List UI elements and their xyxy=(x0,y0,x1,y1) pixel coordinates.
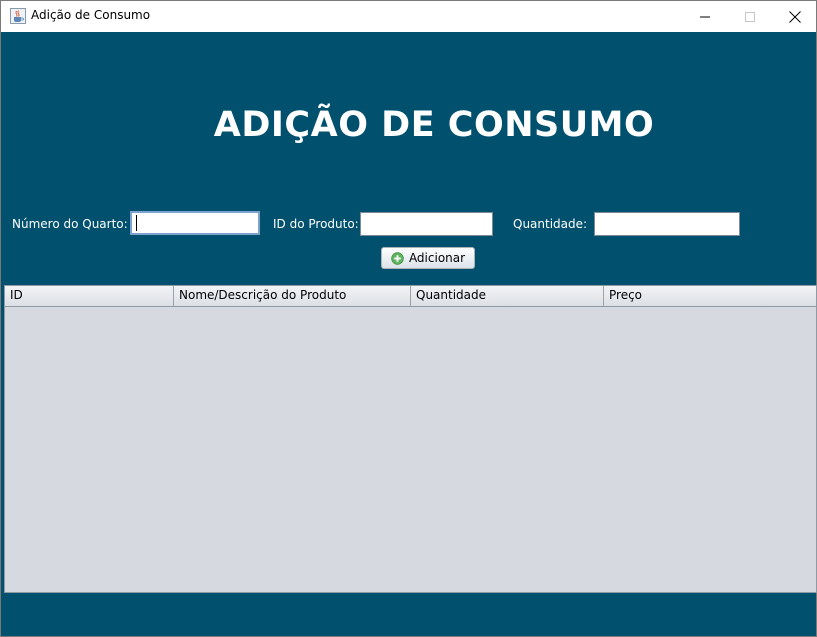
column-header-quantity[interactable]: Quantidade xyxy=(411,286,604,306)
close-icon xyxy=(789,10,801,23)
quantity-input[interactable] xyxy=(594,212,740,236)
product-id-input[interactable] xyxy=(360,212,493,236)
title-bar[interactable]: Adição de Consumo xyxy=(1,1,816,32)
java-cup-icon xyxy=(10,8,26,24)
column-header-id[interactable]: ID xyxy=(5,286,174,306)
room-number-label: Número do Quarto: xyxy=(12,217,128,231)
application-window: Adição de Consumo ADIÇÃO DE CONSUMO Núme… xyxy=(0,0,817,637)
table-header: ID Nome/Descrição do Produto Quantidade … xyxy=(5,286,816,307)
plus-circle-icon xyxy=(391,251,404,265)
minimize-button[interactable] xyxy=(682,1,728,32)
product-id-label: ID do Produto: xyxy=(273,217,359,231)
column-header-price[interactable]: Preço xyxy=(604,286,816,306)
consumption-table[interactable]: ID Nome/Descrição do Produto Quantidade … xyxy=(4,285,817,593)
minimize-icon xyxy=(700,16,710,17)
page-title: ADIÇÃO DE CONSUMO xyxy=(213,105,655,145)
add-button[interactable]: Adicionar xyxy=(381,247,475,269)
room-number-input[interactable] xyxy=(130,211,260,235)
text-caret xyxy=(136,215,137,231)
add-button-label: Adicionar xyxy=(408,251,466,265)
maximize-button[interactable] xyxy=(727,1,773,32)
main-panel: ADIÇÃO DE CONSUMO Número do Quarto: ID d… xyxy=(1,32,817,636)
column-header-product-name[interactable]: Nome/Descrição do Produto xyxy=(174,286,411,306)
maximize-icon xyxy=(745,11,755,22)
close-button[interactable] xyxy=(772,1,817,32)
quantity-label: Quantidade: xyxy=(513,217,588,231)
window-title: Adição de Consumo xyxy=(31,8,151,22)
